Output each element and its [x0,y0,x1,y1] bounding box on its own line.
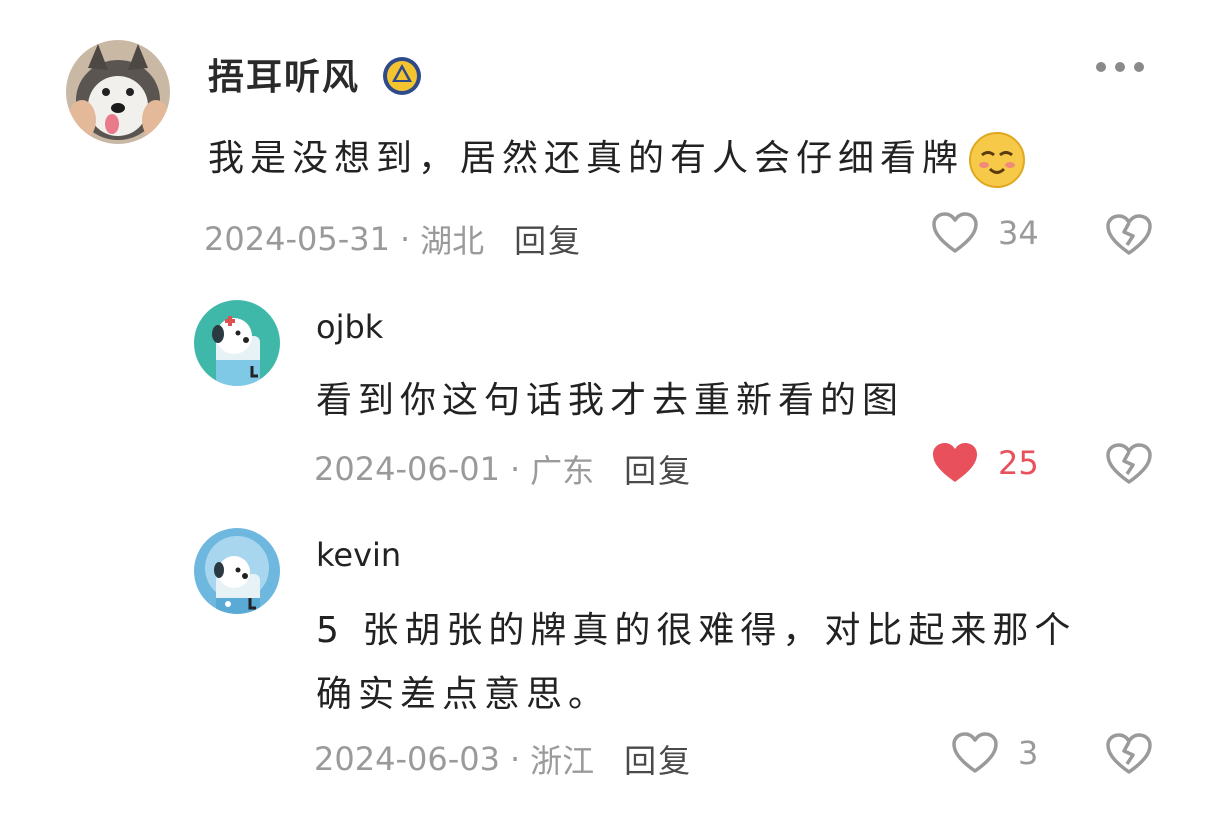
reply-button[interactable]: 回复 [624,446,692,492]
date: 2024-06-01 [314,450,500,488]
comment-meta: 2024-05-31 · 湖北 回复 [204,216,582,262]
location: 广东 [530,452,595,490]
like-count: 3 [1018,734,1039,772]
like-button[interactable]: 3 [952,732,1058,774]
comment-text: 看到你这句话我才去重新看的图 [316,380,905,421]
comment-text: 我是没想到，居然还真的有人会仔细看牌 [208,128,1026,190]
comment-text-line-1: 5 张胡张的牌真的很难得，对比起来那个 [316,610,1077,651]
avatar[interactable] [194,300,280,386]
broken-heart-icon [1106,733,1152,774]
like-count: 34 [998,214,1039,252]
more-options-icon[interactable] [1096,62,1144,72]
username-text[interactable]: 捂耳听风 [208,57,360,98]
reply-button[interactable]: 回复 [514,216,582,262]
avatar[interactable] [194,528,280,614]
badge-icon [382,57,421,95]
heart-filled-icon [933,443,977,482]
like-count: 25 [998,444,1039,482]
username[interactable]: ojbk [316,308,383,346]
avatar[interactable] [66,40,170,144]
heart-outline-icon [952,732,998,773]
reply-button[interactable]: 回复 [624,736,692,782]
dislike-button[interactable] [1106,214,1152,260]
date: 2024-05-31 [204,220,390,258]
date: 2024-06-03 [314,740,500,778]
heart-outline-icon [932,212,978,253]
like-button[interactable]: 25 [932,442,1039,484]
broken-heart-icon [1106,443,1152,484]
username[interactable]: kevin [316,536,401,574]
dislike-button[interactable] [1106,733,1152,779]
comment-text-line-2: 确实差点意思。 [316,674,611,715]
separator: · [509,450,521,488]
username[interactable]: 捂耳听风 [208,48,423,100]
comment-meta: 2024-06-01 · 广东 回复 [314,446,692,492]
separator: · [399,220,411,258]
shy-face-emoji-icon [969,132,1026,188]
location: 湖北 [420,222,485,260]
dislike-button[interactable] [1106,443,1152,489]
comment-meta: 2024-06-03 · 浙江 回复 [314,736,692,782]
like-button[interactable]: 34 [932,212,1039,254]
location: 浙江 [530,742,595,780]
broken-heart-icon [1106,214,1152,255]
separator: · [509,740,521,778]
